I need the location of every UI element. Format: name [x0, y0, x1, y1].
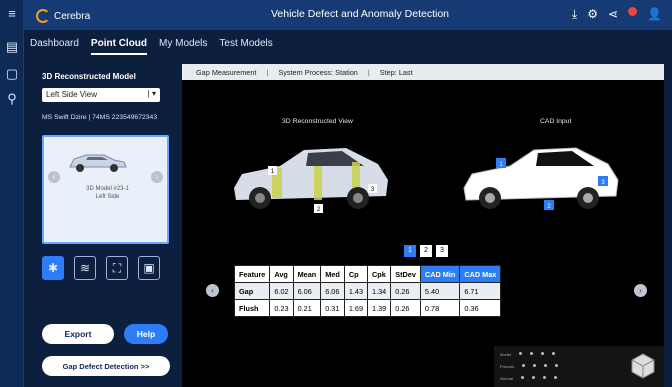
share-icon[interactable]: ⋖ — [608, 7, 618, 22]
col-feature: Feature — [233, 265, 271, 283]
cad-car-view[interactable]: 1 2 3 — [458, 138, 624, 214]
reconstructed-view-title: 3D Reconstructed View — [282, 118, 353, 125]
next-arrow-icon[interactable]: › — [634, 284, 647, 297]
card-caption: 3D Model #23-1 Left Side — [44, 185, 171, 201]
view-select-value: Left Side View — [46, 90, 97, 99]
card-line1: 3D Model #23-1 — [86, 186, 129, 192]
cell-cad-min: 0.78 — [419, 299, 461, 317]
col-cpk: Cpk — [367, 265, 392, 283]
gap-defect-detection-button[interactable]: Gap Defect Detection >> — [42, 356, 170, 376]
cell-cp: 1.43 — [343, 282, 369, 300]
left-panel: 3D Reconstructed Model Left Side View | … — [30, 64, 176, 387]
legend-row: Model — [500, 352, 555, 357]
cell-cad-max: 6.71 — [459, 282, 502, 300]
main-viewer: Gap Measurement | System Process: Statio… — [182, 64, 664, 387]
legend-row: Normal — [500, 376, 557, 381]
info-step: Step: Last — [379, 67, 413, 77]
legend-label: Model — [500, 352, 511, 357]
pagination: 1 2 3 — [404, 245, 448, 257]
menu-icon[interactable]: ≡ — [5, 7, 19, 21]
top-icons: ⤓ ⚙ ⋖ 👤 — [572, 7, 662, 22]
cell-stdev: 0.26 — [390, 282, 421, 300]
view-cube-icon[interactable] — [630, 352, 656, 380]
screen-tool-icon[interactable]: ▣ — [138, 256, 160, 280]
col-avg: Avg — [269, 265, 294, 283]
brand-name: Cerebra — [54, 10, 91, 22]
prev-model-icon[interactable]: ‹ — [48, 171, 60, 183]
download-icon[interactable]: ⤓ — [572, 7, 577, 22]
prev-arrow-icon[interactable]: ‹ — [206, 284, 219, 297]
cell-stdev: 0.26 — [390, 299, 421, 317]
table-header-row: Feature Avg Mean Med Cp Cpk StDev CAD Mi… — [233, 265, 502, 283]
page-1[interactable]: 1 — [404, 245, 416, 257]
view-legend: Model Preload Normal — [494, 346, 664, 387]
export-button[interactable]: Export — [42, 324, 114, 344]
settings-sliders-icon[interactable]: ⚙ — [587, 7, 598, 22]
car-thumbnail — [69, 154, 127, 172]
cell-avg: 0.23 — [269, 299, 294, 317]
measurement-table: Feature Avg Mean Med Cp Cpk StDev CAD Mi… — [233, 265, 502, 317]
tab-my-models[interactable]: My Models — [159, 38, 207, 55]
cell-cp: 1.69 — [343, 299, 369, 317]
cell-cpk: 1.34 — [367, 282, 392, 300]
divider: | — [266, 67, 269, 77]
legend-label: Normal — [500, 376, 513, 381]
cell-cad-min: 5.40 — [419, 282, 461, 300]
chevron-down-icon: | ▾ — [147, 89, 156, 98]
info-bar: Gap Measurement | System Process: Statio… — [182, 64, 664, 80]
mesh-tool-icon[interactable]: ≋ — [74, 256, 96, 280]
col-stdev: StDev — [390, 265, 421, 283]
vehicle-info: MS Swift Dzire | 74MS 223549672343 — [42, 114, 158, 121]
cell-mean: 6.06 — [292, 282, 322, 300]
info-gap-measurement: Gap Measurement — [196, 67, 257, 77]
col-cad-max: CAD Max — [459, 265, 502, 283]
logo-icon — [36, 9, 50, 23]
tab-dashboard[interactable]: Dashboard — [30, 38, 79, 55]
cad-input-title: CAD Input — [540, 118, 572, 125]
col-cp: Cp — [343, 265, 369, 283]
main-nav: Dashboard Point Cloud My Models Test Mod… — [30, 38, 273, 55]
col-med: Med — [320, 265, 345, 283]
help-button[interactable]: Help — [124, 324, 168, 344]
tool-buttons: ✱ ≋ ⛶ ▣ — [42, 256, 160, 280]
monitor-icon[interactable]: ▢ — [5, 67, 19, 81]
card-line2: Left Side — [95, 194, 120, 200]
brand: Cerebra — [36, 9, 90, 23]
table-row[interactable]: Flush 0.23 0.21 0.31 1.69 1.39 0.26 0.78… — [233, 299, 502, 317]
frame-tool-icon[interactable]: ⛶ — [106, 256, 128, 280]
page-2[interactable]: 2 — [420, 245, 432, 257]
cell-feature: Gap — [233, 282, 271, 300]
cell-cad-max: 0.36 — [459, 299, 502, 317]
panel-title: 3D Reconstructed Model — [42, 72, 136, 81]
cell-med: 6.06 — [320, 282, 345, 300]
point-cloud-tool-icon[interactable]: ✱ — [42, 256, 64, 280]
chart-icon[interactable]: ▤ — [5, 40, 19, 54]
app-title: Vehicle Defect and Anomaly Detection — [270, 8, 450, 20]
reconstructed-car-view[interactable]: 1 2 3 — [228, 138, 394, 214]
tab-point-cloud[interactable]: Point Cloud — [90, 38, 148, 55]
cell-feature: Flush — [233, 299, 271, 317]
legend-row: Preload — [500, 364, 558, 369]
notification-icon[interactable] — [628, 7, 638, 16]
page-3[interactable]: 3 — [436, 245, 448, 257]
next-model-icon[interactable]: › — [151, 171, 163, 183]
col-mean: Mean — [292, 265, 322, 283]
cell-avg: 6.02 — [269, 282, 294, 300]
cell-med: 0.31 — [320, 299, 345, 317]
cell-cpk: 1.39 — [367, 299, 392, 317]
view-select[interactable]: Left Side View | ▾ — [42, 88, 160, 102]
col-cad-min: CAD Min — [419, 265, 461, 283]
tab-test-models[interactable]: Test Models — [219, 38, 272, 55]
divider: | — [367, 67, 370, 77]
cell-mean: 0.21 — [292, 299, 322, 317]
search-icon[interactable]: ⚲ — [5, 92, 19, 106]
info-system-process: System Process: Station — [278, 67, 358, 77]
table-row[interactable]: Gap 6.02 6.06 6.06 1.43 1.34 0.26 5.40 6… — [233, 282, 502, 300]
side-rail: ≡ ▤ ▢ ⚲ — [0, 0, 24, 387]
model-card[interactable]: ‹ 3D Model #23-1 Left Side › — [42, 135, 169, 244]
user-icon[interactable]: 👤 — [647, 7, 662, 22]
legend-label: Preload — [500, 364, 514, 369]
